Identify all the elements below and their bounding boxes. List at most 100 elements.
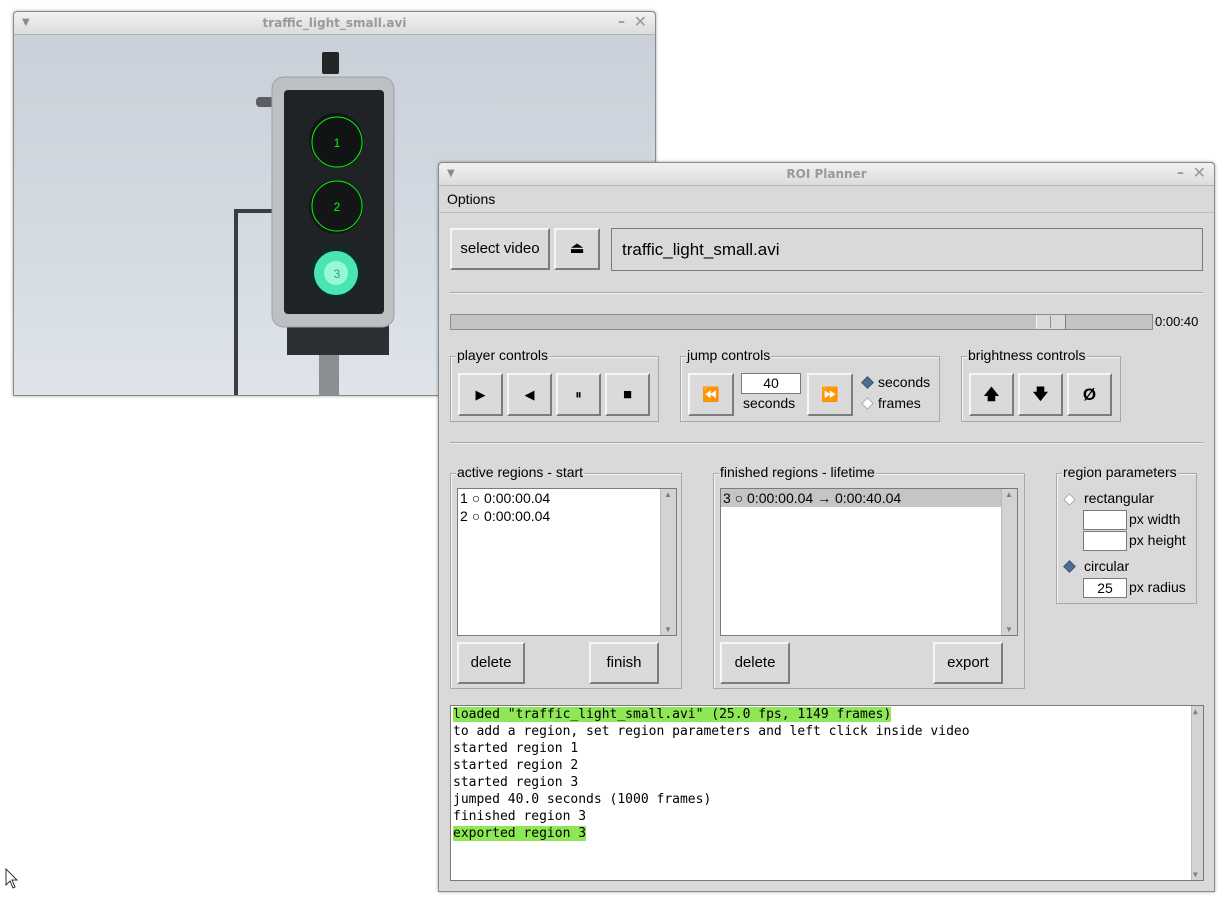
frames-radio-label[interactable]: frames xyxy=(878,395,921,411)
brightness-controls-title: brightness controls xyxy=(967,347,1087,363)
region-id: 1 xyxy=(460,490,468,506)
jump-amount-input[interactable]: 40 xyxy=(741,373,801,394)
log-line: started region 3 xyxy=(451,774,1203,791)
camera-device xyxy=(322,52,339,74)
roi-label: 2 xyxy=(334,200,341,214)
width-unit-label: px width xyxy=(1129,511,1181,527)
finished-regions-list[interactable]: 3 ○ 0:00:00.04 → 0:00:40.04 ▲ ▼ xyxy=(720,488,1018,636)
delete-finished-button[interactable]: delete xyxy=(720,642,790,684)
brightness-up-button[interactable]: 🡅 xyxy=(969,373,1014,416)
file-name-field[interactable]: traffic_light_small.avi xyxy=(611,228,1203,271)
log-text: to add a region, set region parameters a… xyxy=(453,724,970,739)
step-back-button[interactable]: ◀ xyxy=(507,373,552,416)
roi-planner-window: ▼ ROI Planner – ✕ Options select video ⏏… xyxy=(438,162,1215,892)
close-icon[interactable]: ✕ xyxy=(634,11,647,33)
forward-button[interactable]: ⏩ xyxy=(807,373,853,416)
log-line: jumped 40.0 seconds (1000 frames) xyxy=(451,791,1203,808)
height-unit-label: px height xyxy=(1129,532,1186,548)
finished-regions-scrollbar[interactable]: ▲ ▼ xyxy=(1001,489,1017,635)
minimize-icon[interactable]: – xyxy=(618,11,625,33)
log-scrollbar[interactable]: ▲ ▼ xyxy=(1191,706,1203,880)
log-line: started region 1 xyxy=(451,740,1203,757)
pause-icon: ⏸ xyxy=(575,387,582,402)
scroll-up-icon[interactable]: ▲ xyxy=(1005,490,1013,499)
menu-options[interactable]: Options xyxy=(447,191,495,207)
pause-button[interactable]: ⏸ xyxy=(556,373,601,416)
active-regions-scrollbar[interactable]: ▲ ▼ xyxy=(660,489,676,635)
select-video-button[interactable]: select video xyxy=(450,228,550,270)
list-item[interactable]: 3 ○ 0:00:00.04 → 0:00:40.04 xyxy=(721,489,1002,507)
planner-title: ROI Planner xyxy=(786,167,867,181)
lamp-arm xyxy=(234,209,276,213)
window-menu-icon[interactable]: ▼ xyxy=(22,12,30,34)
back-icon: ◀ xyxy=(524,387,535,402)
reset-icon: Ø xyxy=(1082,385,1097,404)
jump-unit-label: seconds xyxy=(743,395,796,411)
circle-shape-icon: ○ xyxy=(471,490,481,506)
jump-controls-title: jump controls xyxy=(686,347,772,363)
region-start-time: 0:00:00.04 xyxy=(484,508,551,524)
seek-bar[interactable] xyxy=(450,314,1153,330)
active-regions-title: active regions - start xyxy=(456,464,585,480)
arrow-up-icon: 🡅 xyxy=(983,386,1000,403)
close-icon[interactable]: ✕ xyxy=(1193,162,1206,184)
scroll-up-icon[interactable]: ▲ xyxy=(664,490,672,499)
eject-button[interactable]: ⏏ xyxy=(554,228,600,270)
circle-shape-icon: ○ xyxy=(471,508,481,524)
log-text: started region 3 xyxy=(453,775,579,790)
height-input[interactable] xyxy=(1083,531,1127,551)
play-button[interactable]: ▶ xyxy=(458,373,503,416)
log-line: exported region 3 xyxy=(451,825,1203,842)
roi-label: 1 xyxy=(334,136,341,150)
stop-button[interactable]: ■ xyxy=(605,373,650,416)
side-sensor xyxy=(256,97,274,107)
video-window-titlebar[interactable]: ▼ traffic_light_small.avi – ✕ xyxy=(14,12,655,35)
list-item[interactable]: 2 ○ 0:00:00.04 xyxy=(458,507,676,525)
scroll-down-icon[interactable]: ▼ xyxy=(1005,625,1013,634)
player-controls-title: player controls xyxy=(456,347,550,363)
active-regions-list[interactable]: 1 ○ 0:00:00.04 2 ○ 0:00:00.04 ▲ ▼ xyxy=(457,488,677,636)
eject-icon: ⏏ xyxy=(569,240,585,257)
circle-shape-icon: ○ xyxy=(734,490,744,506)
list-item[interactable]: 1 ○ 0:00:00.04 xyxy=(458,489,676,507)
seconds-radio-label[interactable]: seconds xyxy=(878,374,930,390)
rewind-icon: ⏪ xyxy=(702,386,720,402)
finish-button[interactable]: finish xyxy=(589,642,659,684)
log-line: to add a region, set region parameters a… xyxy=(451,723,1203,740)
log-line: started region 2 xyxy=(451,757,1203,774)
rectangular-radio-label[interactable]: rectangular xyxy=(1084,490,1154,506)
arrow-down-icon: 🡇 xyxy=(1032,386,1049,403)
log-lines: loaded "traffic_light_small.avi" (25.0 f… xyxy=(451,706,1203,842)
log-text: finished region 3 xyxy=(453,809,587,824)
delete-active-button[interactable]: delete xyxy=(457,642,525,684)
forward-icon: ⏩ xyxy=(821,386,839,402)
stop-icon: ■ xyxy=(622,386,633,403)
separator xyxy=(450,442,1203,444)
play-icon: ▶ xyxy=(475,387,486,402)
radius-input[interactable]: 25 xyxy=(1083,578,1127,598)
circular-radio-label[interactable]: circular xyxy=(1084,558,1129,574)
scroll-down-icon[interactable]: ▼ xyxy=(1193,870,1198,879)
brightness-reset-button[interactable]: Ø xyxy=(1067,373,1112,416)
rewind-button[interactable]: ⏪ xyxy=(688,373,734,416)
log-text: started region 2 xyxy=(453,758,579,773)
scroll-up-icon[interactable]: ▲ xyxy=(1193,707,1198,716)
menubar: Options xyxy=(439,186,1214,213)
brightness-down-button[interactable]: 🡇 xyxy=(1018,373,1063,416)
scroll-down-icon[interactable]: ▼ xyxy=(664,625,672,634)
width-input[interactable] xyxy=(1083,510,1127,530)
roi-label: 3 xyxy=(334,267,341,281)
planner-titlebar[interactable]: ▼ ROI Planner – ✕ xyxy=(439,163,1214,186)
export-button[interactable]: export xyxy=(933,642,1003,684)
log-text: exported region 3 xyxy=(453,826,587,841)
log-console[interactable]: loaded "traffic_light_small.avi" (25.0 f… xyxy=(450,705,1204,881)
finished-regions-title: finished regions - lifetime xyxy=(719,464,876,480)
region-id: 3 xyxy=(723,490,731,506)
region-lifetime: 0:00:00.04 → 0:00:40.04 xyxy=(747,490,902,506)
seek-handle[interactable] xyxy=(1036,315,1066,329)
log-text: started region 1 xyxy=(453,741,579,756)
log-text: jumped 40.0 seconds (1000 frames) xyxy=(453,792,712,807)
window-menu-icon[interactable]: ▼ xyxy=(447,163,455,185)
log-line: loaded "traffic_light_small.avi" (25.0 f… xyxy=(451,706,1203,723)
minimize-icon[interactable]: – xyxy=(1177,162,1184,184)
